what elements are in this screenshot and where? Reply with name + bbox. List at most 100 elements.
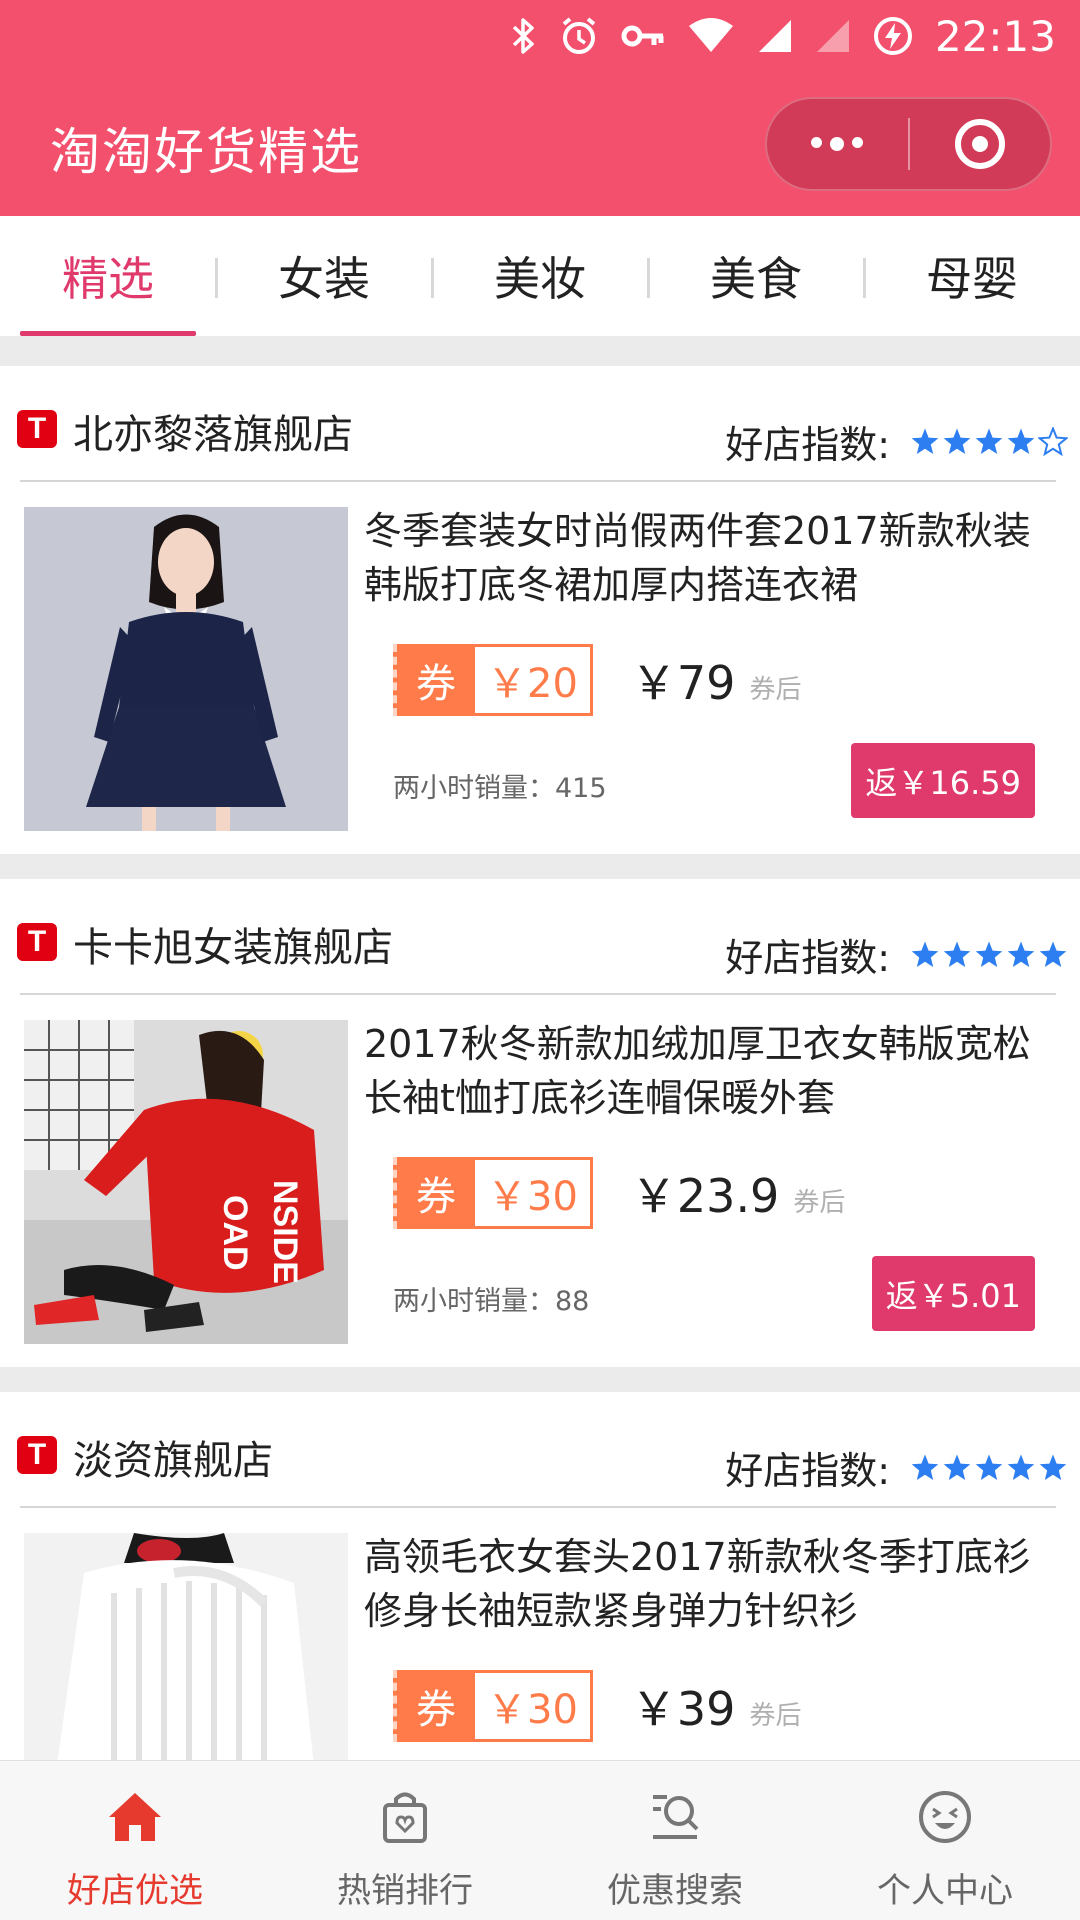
two-hour-sales: 两小时销量：415 <box>393 773 607 804</box>
star-filled-icon <box>943 941 971 967</box>
status-bar: 22:13 <box>511 10 1056 62</box>
nav-item-good-shops[interactable]: 好店优选 <box>0 1761 270 1920</box>
product-image[interactable] <box>24 507 348 831</box>
smiley-icon <box>919 1791 971 1843</box>
nav-label: 热销排行 <box>337 1871 473 1911</box>
battery-charging-icon <box>873 16 913 56</box>
score-label: 好店指数: <box>725 936 890 980</box>
tmall-logo-icon: T <box>17 410 57 448</box>
star-filled-icon <box>1007 428 1035 454</box>
tab-featured[interactable]: 精选 <box>0 216 216 336</box>
shopping-bag-icon <box>383 1792 427 1843</box>
coupon-tag: 券 <box>393 1157 475 1229</box>
coupon-tag: 券 <box>393 644 475 716</box>
navy-dress-photo <box>24 507 348 831</box>
star-filled-icon <box>1007 941 1035 967</box>
shop-name: 淡资旗舰店 <box>73 1438 273 1484</box>
coupon-tag: 券 <box>393 1670 475 1742</box>
svg-text:OAD: OAD <box>216 1195 254 1271</box>
app-screen: 22:13 淘淘好货精选 精选 女装 美妆 美食 母婴 T 北亦黎落旗舰店 好店… <box>0 0 1080 1920</box>
wifi-icon <box>687 18 735 54</box>
star-rating <box>910 426 1068 457</box>
product-card[interactable]: T 北亦黎落旗舰店 好店指数: 冬季套装女时尚假两件套2017新款秋装韩版打底冬… <box>0 366 1080 854</box>
tab-beauty[interactable]: 美妆 <box>432 216 648 336</box>
coupon-badge[interactable]: 券 ￥20 <box>393 644 593 716</box>
mini-program-capsule <box>765 97 1052 191</box>
product-card[interactable]: T 卡卡旭女装旗舰店 好店指数: OAD NSIDE 2017秋冬新款加绒加厚卫… <box>0 879 1080 1367</box>
coupon-amount: ￥30 <box>475 1670 593 1742</box>
divider <box>20 480 1056 482</box>
top-bar: 22:13 淘淘好货精选 <box>0 0 1080 216</box>
bluetooth-icon <box>511 16 537 56</box>
tab-divider <box>431 258 434 298</box>
tab-womens-clothing[interactable]: 女装 <box>216 216 432 336</box>
more-icon <box>811 137 864 151</box>
tmall-logo-icon: T <box>17 1436 57 1474</box>
star-rating <box>910 940 1068 970</box>
tab-divider <box>647 258 650 298</box>
category-tabs: 精选 女装 美妆 美食 母婴 <box>0 216 1080 336</box>
tab-food[interactable]: 美食 <box>648 216 864 336</box>
price-after-coupon: ￥39 <box>630 1682 736 1736</box>
shop-name: 北亦黎落旗舰店 <box>73 412 353 458</box>
rebate-button[interactable]: 返￥16.59 <box>851 743 1035 818</box>
bottom-navigation: 好店优选 热销排行 优惠搜索 个人中心 <box>0 1760 1080 1920</box>
star-empty-icon <box>1038 426 1068 456</box>
price-row: 券 ￥30 ￥23.9 券后 <box>393 1157 845 1229</box>
nav-label: 好店优选 <box>67 1871 203 1911</box>
shop-score: 好店指数: <box>725 1440 1068 1495</box>
svg-text:NSIDE: NSIDE <box>266 1180 304 1284</box>
alarm-icon <box>559 16 599 56</box>
price-after-coupon: ￥79 <box>630 656 736 710</box>
coupon-amount: ￥20 <box>475 644 593 716</box>
two-hour-sales: 两小时销量：88 <box>393 1286 590 1317</box>
after-coupon-label: 券后 <box>749 1700 802 1731</box>
product-title: 2017秋冬新款加绒加厚卫衣女韩版宽松长袖t恤打底衫连帽保暖外套 <box>364 1022 1031 1120</box>
app-title: 淘淘好货精选 <box>50 123 362 181</box>
price-after-coupon: ￥23.9 <box>630 1169 780 1223</box>
coupon-badge[interactable]: 券 ￥30 <box>393 1157 593 1229</box>
shop-score: 好店指数: <box>725 927 1068 982</box>
score-label: 好店指数: <box>725 423 890 467</box>
rebate-button[interactable]: 返￥5.01 <box>871 1256 1035 1331</box>
star-filled-icon <box>1039 941 1067 967</box>
star-filled-icon <box>911 941 939 967</box>
star-filled-icon <box>943 1454 971 1480</box>
shop-name: 卡卡旭女装旗舰店 <box>73 925 393 971</box>
coupon-badge[interactable]: 券 ￥30 <box>393 1670 593 1742</box>
home-icon <box>109 1793 161 1841</box>
shop-header[interactable]: T 卡卡旭女装旗舰店 好店指数: <box>0 879 1080 994</box>
divider <box>20 993 1056 995</box>
star-filled-icon <box>911 1454 939 1480</box>
nav-item-hot-ranking[interactable]: 热销排行 <box>270 1761 540 1920</box>
score-label: 好店指数: <box>725 1449 890 1493</box>
shop-header[interactable]: T 淡资旗舰店 好店指数: <box>0 1392 1080 1507</box>
tmall-logo-icon: T <box>17 923 57 961</box>
tab-divider <box>863 258 866 298</box>
nav-label: 个人中心 <box>877 1871 1013 1911</box>
signal-weak-icon <box>815 18 851 54</box>
close-target-icon <box>954 119 1005 169</box>
product-image[interactable]: OAD NSIDE <box>24 1020 348 1344</box>
nav-label: 优惠搜索 <box>607 1871 743 1911</box>
star-filled-icon <box>975 941 1003 967</box>
red-hoodie-photo: OAD NSIDE <box>24 1020 348 1344</box>
product-title: 冬季套装女时尚假两件套2017新款秋装韩版打底冬裙加厚内搭连衣裙 <box>364 509 1031 607</box>
more-button[interactable] <box>767 99 908 189</box>
close-button[interactable] <box>910 99 1051 189</box>
star-filled-icon <box>975 428 1003 454</box>
star-filled-icon <box>943 428 971 454</box>
star-filled-icon <box>975 1454 1003 1480</box>
shop-score: 好店指数: <box>725 414 1068 469</box>
star-rating <box>910 1453 1068 1483</box>
price-row: 券 ￥30 ￥39 券后 <box>393 1670 801 1742</box>
nav-item-profile[interactable]: 个人中心 <box>810 1761 1080 1920</box>
shop-header[interactable]: T 北亦黎落旗舰店 好店指数: <box>0 366 1080 481</box>
tab-divider <box>215 258 218 298</box>
nav-item-deal-search[interactable]: 优惠搜索 <box>540 1761 810 1920</box>
tab-mother-baby[interactable]: 母婴 <box>864 216 1080 336</box>
product-feed: T 北亦黎落旗舰店 好店指数: 冬季套装女时尚假两件套2017新款秋装韩版打底冬… <box>0 366 1080 1905</box>
search-list-icon <box>653 1795 699 1839</box>
status-time: 22:13 <box>934 11 1056 61</box>
product-title: 高领毛衣女套头2017新款秋冬季打底衫修身长袖短款紧身弹力针织衫 <box>364 1535 1031 1633</box>
